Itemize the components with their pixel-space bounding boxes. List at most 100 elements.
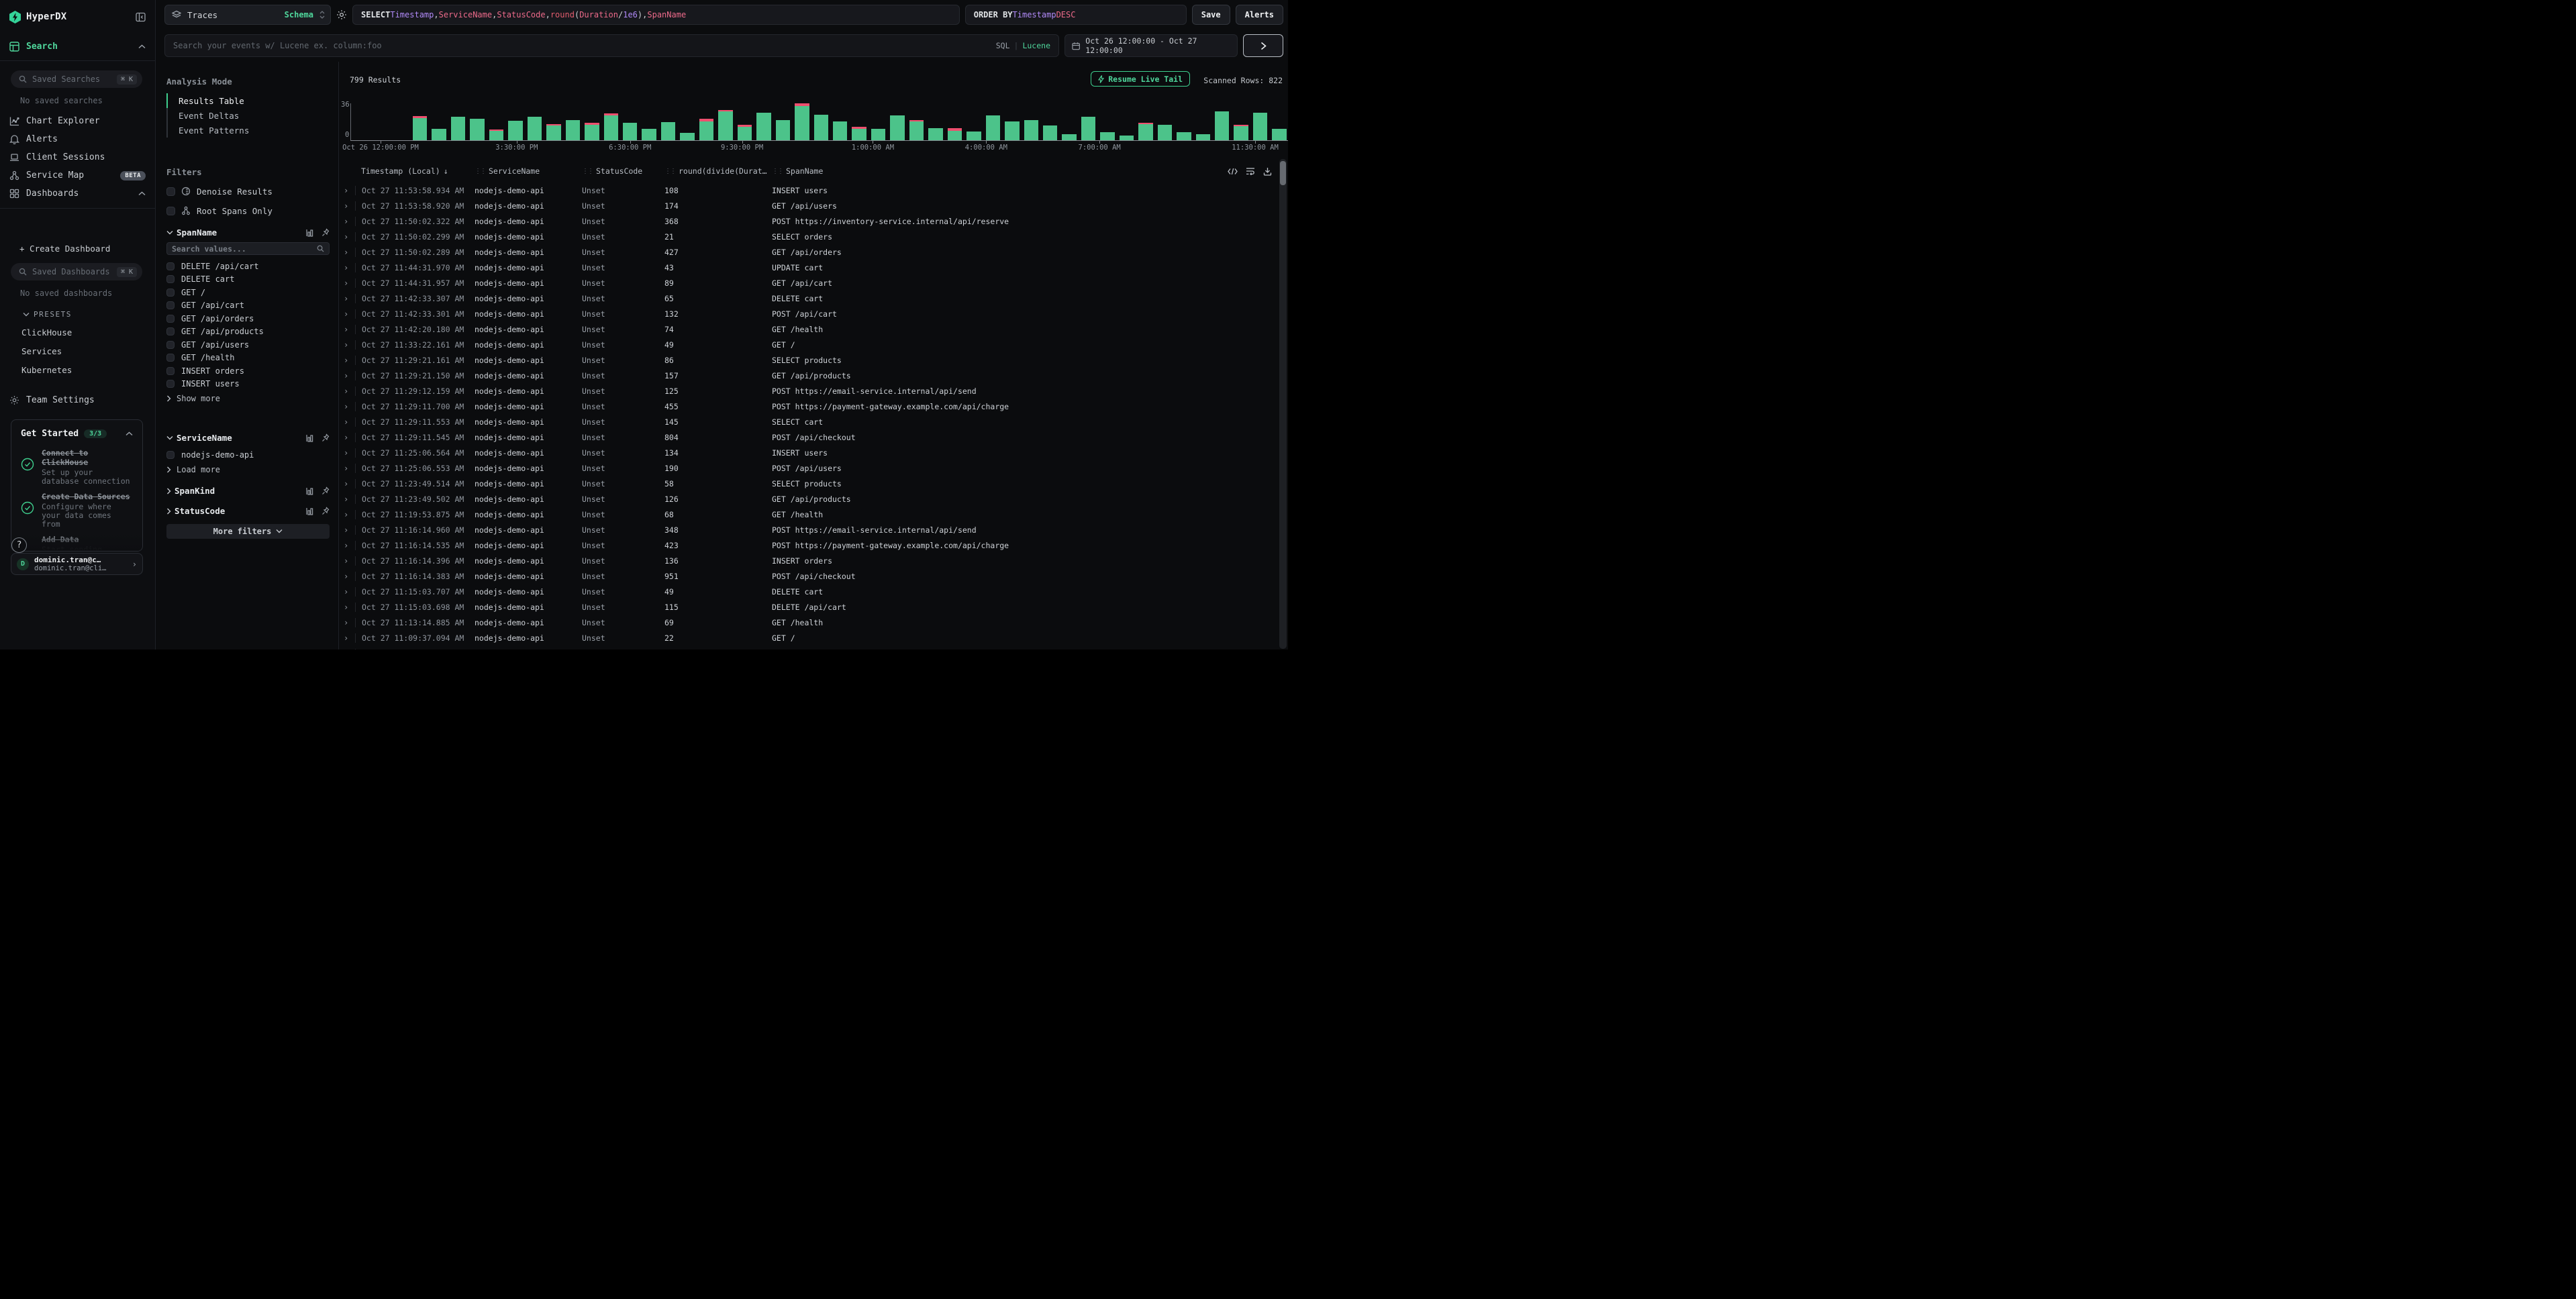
chevron-up-icon[interactable] <box>138 191 146 196</box>
sidebar-item-client-sessions[interactable]: Client Sessions <box>0 148 155 166</box>
histogram-plot[interactable]: Oct 26 12:00:00 PM3:30:00 PM6:30:00 PM9:… <box>350 103 1288 141</box>
bar-chart-icon[interactable] <box>306 486 315 495</box>
table-row[interactable]: ›Oct 27 11:23:49.502 AMnodejs-demo-apiUn… <box>339 491 1279 507</box>
table-row[interactable]: ›Oct 27 11:50:02.289 AMnodejs-demo-apiUn… <box>339 244 1279 260</box>
filter-value[interactable]: DELETE cart <box>166 273 330 287</box>
alerts-button[interactable]: Alerts <box>1236 5 1283 25</box>
analysis-mode-item[interactable]: Event Deltas <box>166 108 330 123</box>
sidebar-item-dashboards[interactable]: Dashboards <box>0 185 155 203</box>
help-button[interactable]: ? <box>11 537 27 553</box>
sidebar-item-chart-explorer[interactable]: Chart Explorer <box>0 112 155 130</box>
table-row[interactable]: ›Oct 27 11:16:14.383 AMnodejs-demo-apiUn… <box>339 568 1279 584</box>
table-row[interactable]: ›Oct 27 11:16:14.396 AMnodejs-demo-apiUn… <box>339 553 1279 568</box>
table-row[interactable]: ›Oct 27 11:44:31.957 AMnodejs-demo-apiUn… <box>339 275 1279 291</box>
checkbox[interactable] <box>166 275 175 283</box>
table-row[interactable]: ›Oct 27 11:13:14.885 AMnodejs-demo-apiUn… <box>339 615 1279 630</box>
table-row[interactable]: ›Oct 27 11:29:21.161 AMnodejs-demo-apiUn… <box>339 352 1279 368</box>
sidebar-item-alerts[interactable]: Alerts <box>0 130 155 148</box>
pin-icon[interactable] <box>321 507 330 515</box>
saved-dashboards-input[interactable]: Saved Dashboards ⌘ K <box>11 263 142 280</box>
table-row[interactable]: ›Oct 27 11:15:03.707 AMnodejs-demo-apiUn… <box>339 584 1279 599</box>
table-row[interactable]: ›Oct 27 11:29:11.700 AMnodejs-demo-apiUn… <box>339 399 1279 414</box>
filter-value[interactable]: DELETE /api/cart <box>166 260 330 273</box>
table-row[interactable]: ›Oct 27 11:29:21.150 AMnodejs-demo-apiUn… <box>339 368 1279 383</box>
filter-value[interactable]: nodejs-demo-api <box>166 448 330 462</box>
show-more-button[interactable]: Show more <box>166 393 330 405</box>
analysis-mode-item[interactable]: Event Patterns <box>166 123 330 138</box>
filter-group-label[interactable]: StatusCode <box>175 506 303 516</box>
sidebar-item-team-settings[interactable]: Team Settings <box>9 395 155 405</box>
column-header-duration[interactable]: ⋮⋮round(divide(Durat… <box>664 166 772 176</box>
filter-value[interactable]: INSERT orders <box>166 364 330 378</box>
more-filters-button[interactable]: More filters <box>166 524 330 539</box>
code-icon[interactable] <box>1228 168 1238 175</box>
table-row[interactable]: ›Oct 27 11:44:31.970 AMnodejs-demo-apiUn… <box>339 260 1279 275</box>
filter-value[interactable]: GET /api/users <box>166 338 330 352</box>
pin-icon[interactable] <box>321 486 330 495</box>
table-row[interactable]: ›Oct 27 11:29:11.545 AMnodejs-demo-apiUn… <box>339 429 1279 445</box>
filter-value[interactable]: GET /api/products <box>166 325 330 339</box>
checkbox[interactable] <box>166 380 175 388</box>
checkbox[interactable] <box>166 327 175 335</box>
saved-searches-input[interactable]: Saved Searches ⌘ K <box>11 70 142 88</box>
table-row[interactable]: ›Oct 27 11:53:58.920 AMnodejs-demo-apiUn… <box>339 198 1279 213</box>
create-dashboard-button[interactable]: + Create Dashboard <box>19 244 155 254</box>
table-row[interactable]: ›Oct 27 11:25:06.564 AMnodejs-demo-apiUn… <box>339 445 1279 460</box>
save-button[interactable]: Save <box>1192 5 1230 25</box>
sidebar-item-search[interactable]: Search <box>0 38 155 55</box>
chevron-right-icon[interactable] <box>166 508 171 515</box>
date-range-picker[interactable]: Oct 26 12:00:00 - Oct 27 12:00:00 <box>1064 34 1238 57</box>
scrollbar-thumb[interactable] <box>1280 161 1286 185</box>
table-row[interactable]: ›Oct 27 11:06:33.033 AMnodejs-demo-apiUn… <box>339 645 1279 650</box>
get-started-item[interactable]: Add Data Start sending <box>21 535 133 552</box>
root-spans-only-toggle[interactable]: Root Spans Only <box>166 205 330 216</box>
checkbox[interactable] <box>166 262 175 270</box>
column-header-servicename[interactable]: ⋮⋮ServiceName <box>475 166 582 176</box>
denoise-results-toggle[interactable]: Denoise Results <box>166 186 330 197</box>
mode-lucene[interactable]: Lucene <box>1022 41 1050 50</box>
table-row[interactable]: ›Oct 27 11:42:33.307 AMnodejs-demo-apiUn… <box>339 291 1279 306</box>
mode-sql[interactable]: SQL <box>996 41 1010 50</box>
preset-item[interactable]: Kubernetes <box>21 365 155 375</box>
table-row[interactable]: ›Oct 27 11:42:33.301 AMnodejs-demo-apiUn… <box>339 306 1279 321</box>
checkbox[interactable] <box>166 354 175 362</box>
table-row[interactable]: ›Oct 27 11:15:03.698 AMnodejs-demo-apiUn… <box>339 599 1279 615</box>
column-header-statuscode[interactable]: ⋮⋮StatusCode <box>582 166 664 176</box>
sidebar-item-service-map[interactable]: Service Map BETA <box>0 166 155 185</box>
table-row[interactable]: ›Oct 27 11:25:06.553 AMnodejs-demo-apiUn… <box>339 460 1279 476</box>
bar-chart-icon[interactable] <box>306 507 315 515</box>
table-row[interactable]: ›Oct 27 11:33:22.161 AMnodejs-demo-apiUn… <box>339 337 1279 352</box>
pin-icon[interactable] <box>321 228 330 237</box>
presets-toggle[interactable]: PRESETS <box>23 310 155 319</box>
filter-group-label[interactable]: SpanKind <box>175 486 303 496</box>
filter-group-label[interactable]: SpanName <box>177 227 303 238</box>
load-more-button[interactable]: Load more <box>166 464 330 476</box>
checkbox[interactable] <box>166 315 175 323</box>
filter-value[interactable]: GET /api/orders <box>166 312 330 325</box>
preset-item[interactable]: Services <box>21 346 155 356</box>
filter-value[interactable]: GET / <box>166 286 330 299</box>
column-header-spanname[interactable]: ⋮⋮SpanName <box>772 166 1279 176</box>
resume-live-tail-button[interactable]: Resume Live Tail <box>1091 71 1190 87</box>
chevron-up-icon[interactable] <box>138 44 146 49</box>
table-row[interactable]: ›Oct 27 11:09:37.094 AMnodejs-demo-apiUn… <box>339 630 1279 645</box>
checkbox[interactable] <box>166 301 175 309</box>
source-settings-button[interactable] <box>336 9 347 20</box>
filter-value[interactable]: INSERT users <box>166 378 330 391</box>
run-query-button[interactable] <box>1243 34 1283 57</box>
get-started-item[interactable]: Connect to ClickHouse Set up your databa… <box>21 448 133 486</box>
chevron-up-icon[interactable] <box>126 431 133 436</box>
select-clause-input[interactable]: SELECT Timestamp,ServiceName,StatusCode,… <box>352 5 960 25</box>
table-row[interactable]: ›Oct 27 11:16:14.535 AMnodejs-demo-apiUn… <box>339 537 1279 553</box>
filter-search-input[interactable]: Search values... <box>166 242 330 255</box>
checkbox[interactable] <box>166 341 175 349</box>
pin-icon[interactable] <box>321 433 330 442</box>
vertical-scrollbar[interactable] <box>1279 159 1287 649</box>
user-menu[interactable]: D dominic.tran@c… dominic.tran@cli… › <box>11 553 143 575</box>
column-header-timestamp[interactable]: Timestamp (Local)↓ <box>361 166 475 176</box>
table-row[interactable]: ›Oct 27 11:29:11.553 AMnodejs-demo-apiUn… <box>339 414 1279 429</box>
chevron-down-icon[interactable] <box>166 230 173 235</box>
bar-chart-icon[interactable] <box>306 433 315 442</box>
analysis-mode-item[interactable]: Results Table <box>166 93 330 108</box>
checkbox[interactable] <box>166 289 175 297</box>
